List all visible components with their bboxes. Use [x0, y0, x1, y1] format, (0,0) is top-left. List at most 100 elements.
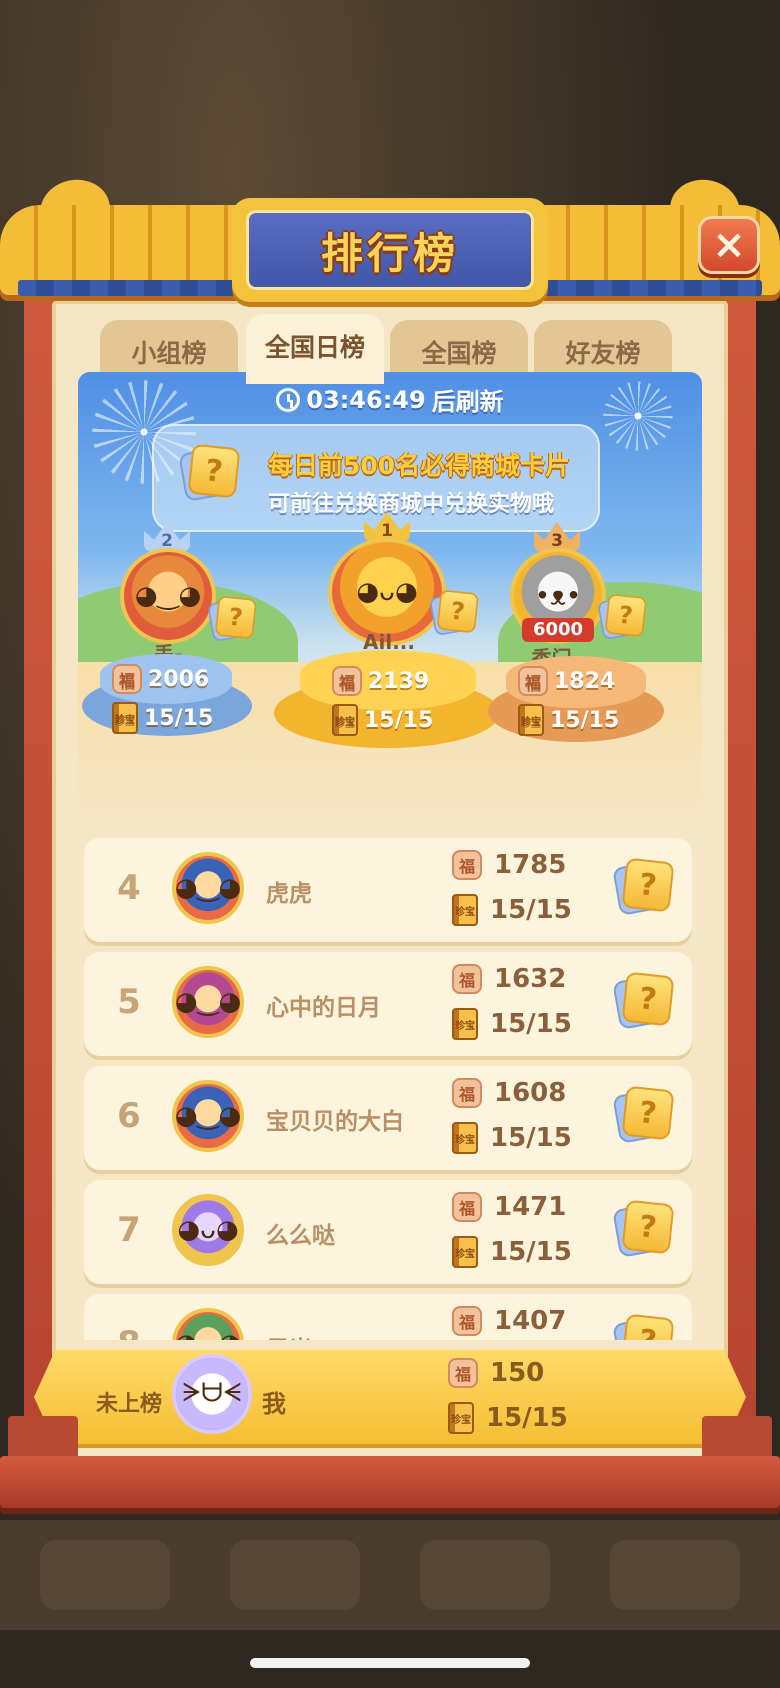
podium-quota: 珍宝 15/15 — [518, 704, 619, 736]
avatar: ◕‿◕ — [172, 1080, 244, 1152]
podium-score: 福 2006 — [112, 664, 209, 694]
promo-banner: ? 每日前500名必得商城卡片 可前往兑换商城中兑换实物哦 — [152, 424, 600, 532]
page-title: 排行榜 — [320, 228, 459, 278]
card-reward-icon: ? — [597, 590, 652, 644]
question-icon: ? — [621, 1199, 675, 1255]
podium-area: 03:46:49 后刷新 ? 每日前500名必得商城卡片 可前往兑换商城中兑换实… — [78, 372, 702, 822]
tab-label: 小组榜 — [131, 339, 207, 368]
my-quota: 珍宝 15/15 — [448, 1402, 568, 1434]
book-icon: 珍宝 — [452, 1122, 478, 1154]
leaderboard-tabs: 小组榜 全国日榜 全国榜 好友榜 — [100, 314, 678, 384]
my-rank-status: 未上榜 — [96, 1392, 163, 1417]
player-score: 福 1608 — [452, 1078, 566, 1108]
avatar: ◕‿◕ — [172, 852, 244, 924]
podium-score: 福 2139 — [332, 666, 429, 696]
ranking-row[interactable]: 8 ◕‿◕ 晨光 福 1407 ? — [84, 1294, 692, 1340]
fu-icon: 福 — [452, 1192, 482, 1222]
fu-icon: 福 — [452, 964, 482, 994]
tab-label: 好友榜 — [565, 339, 641, 368]
book-icon: 珍宝 — [518, 704, 544, 736]
close-icon: × — [712, 222, 746, 268]
book-icon: 珍宝 — [448, 1402, 474, 1434]
backdrop-button — [230, 1540, 360, 1610]
podium-quota: 珍宝 15/15 — [332, 704, 433, 736]
tab-friends-rank[interactable]: 好友榜 — [534, 320, 672, 380]
tab-group-rank[interactable]: 小组榜 — [100, 320, 238, 380]
refresh-timer: 03:46:49 后刷新 — [78, 382, 702, 417]
fu-icon: 福 — [452, 1306, 482, 1336]
my-score: 福 150 — [448, 1358, 544, 1388]
tab-national-daily-rank[interactable]: 全国日榜 — [246, 314, 384, 384]
avatar: ◕‿◕ — [172, 1308, 244, 1340]
promo-headline: 每日前500名必得商城卡片 — [268, 451, 571, 480]
player-score: 福 1785 — [452, 850, 566, 880]
tab-label: 全国日榜 — [264, 333, 365, 362]
rank-number: 5 — [117, 982, 141, 1022]
question-icon: ? — [621, 1313, 675, 1340]
player-score: 福 1407 — [452, 1306, 566, 1336]
fu-icon: 福 — [452, 1078, 482, 1108]
book-icon: 珍宝 — [452, 894, 478, 926]
frame-pillar-right — [702, 1416, 772, 1460]
avatar: ◕‿◕ — [120, 548, 216, 644]
rank-number: 4 — [117, 868, 141, 908]
book-icon: 珍宝 — [452, 1008, 478, 1040]
question-icon: ? — [621, 1085, 675, 1141]
card-reward-button[interactable]: ? — [612, 1085, 675, 1144]
player-name: 晨光 — [266, 1330, 312, 1340]
fu-icon: 福 — [112, 664, 142, 694]
backdrop-button — [610, 1540, 740, 1610]
podium-quota: 珍宝 15/15 — [112, 702, 213, 734]
card-reward-icon: ? — [429, 586, 484, 640]
ranking-row[interactable]: 6 ◕‿◕ 宝贝贝的大白 福 1608 珍宝 15/15 ? — [84, 1066, 692, 1170]
rank-number: 6 — [117, 1096, 141, 1136]
avatar: ◕ᴗ◕ — [172, 1194, 244, 1266]
close-button[interactable]: × — [698, 216, 760, 274]
mall-card-icon: ? — [178, 443, 248, 512]
clock-icon — [276, 387, 301, 412]
frame-pillar-left — [8, 1416, 78, 1460]
player-name: 么么哒 — [266, 1223, 335, 1249]
fu-icon: 福 — [452, 850, 482, 880]
tab-national-rank[interactable]: 全国榜 — [390, 320, 528, 380]
player-score: 福 1471 — [452, 1192, 566, 1222]
book-icon: 珍宝 — [112, 702, 138, 734]
ranking-list[interactable]: 4 ◕‿◕ 虎虎 福 1785 珍宝 15/15 ? 5 ◕‿◕ 心中的日月 福… — [78, 828, 702, 1340]
my-avatar[interactable]: ᗒᗨᗕ — [172, 1354, 252, 1434]
timer-suffix: 后刷新 — [431, 388, 504, 416]
fu-icon: 福 — [332, 666, 362, 696]
player-score: 福 1632 — [452, 964, 566, 994]
question-icon: ? — [621, 971, 675, 1027]
book-icon: 珍宝 — [332, 704, 358, 736]
player-name: 虎虎 — [266, 881, 312, 907]
my-name: 我 — [262, 1390, 286, 1418]
avatar: ◕‿◕ — [172, 966, 244, 1038]
frame-base — [0, 1456, 780, 1508]
ranking-row[interactable]: 5 ◕‿◕ 心中的日月 福 1632 珍宝 15/15 ? — [84, 952, 692, 1056]
title-plaque: 排行榜 — [232, 198, 548, 302]
player-quota: 珍宝 15/15 — [452, 894, 572, 926]
player-quota: 珍宝 15/15 — [452, 1008, 572, 1040]
book-icon: 珍宝 — [452, 1236, 478, 1268]
question-icon: ? — [621, 857, 675, 913]
timer-time: 03:46:49 — [306, 385, 426, 414]
badge-6000: 6000 — [522, 618, 594, 642]
player-name: 宝贝贝的大白 — [266, 1109, 404, 1135]
home-indicator[interactable] — [250, 1658, 530, 1668]
tab-label: 全国榜 — [421, 339, 497, 368]
card-reward-button[interactable]: ? — [612, 857, 675, 916]
card-reward-button[interactable]: ? — [612, 1199, 675, 1258]
ranking-row[interactable]: 4 ◕‿◕ 虎虎 福 1785 珍宝 15/15 ? — [84, 838, 692, 942]
card-reward-button[interactable]: ? — [612, 1313, 675, 1340]
podium-score: 福 1824 — [518, 666, 615, 696]
promo-subline: 可前往兑换商城中兑换实物哦 — [268, 492, 555, 517]
player-quota: 珍宝 15/15 — [452, 1122, 572, 1154]
fu-icon: 福 — [518, 666, 548, 696]
backdrop-button — [420, 1540, 550, 1610]
backdrop-button — [40, 1540, 170, 1610]
player-name: 心中的日月 — [266, 995, 381, 1021]
ranking-row[interactable]: 7 ◕ᴗ◕ 么么哒 福 1471 珍宝 15/15 ? — [84, 1180, 692, 1284]
card-reward-icon: ? — [207, 592, 262, 646]
card-reward-button[interactable]: ? — [612, 971, 675, 1030]
rank-number: 8 — [114, 1324, 144, 1340]
